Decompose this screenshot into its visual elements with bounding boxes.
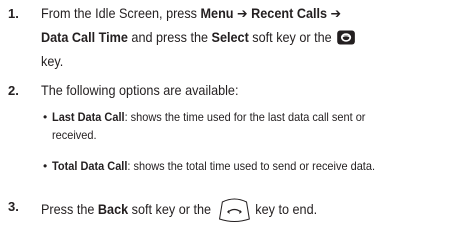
bullet-icon: • — [43, 110, 48, 124]
bullet-last-data-call-cont: received. — [52, 128, 97, 142]
bullet-icon: • — [43, 159, 48, 173]
step-number: 1. — [8, 6, 19, 21]
data-call-time-label: Data Call Time — [41, 30, 128, 45]
menu-label: Menu — [200, 6, 234, 21]
step-number: 3. — [8, 199, 19, 214]
end-key-icon — [216, 197, 251, 229]
step-2-line-1: The following options are available: — [41, 83, 239, 98]
back-label: Back — [97, 202, 129, 217]
option-name: Total Data Call — [52, 159, 128, 173]
step-3: 3. Press the Back soft key or the key to… — [0, 193, 468, 233]
recent-calls-label: Recent Calls — [251, 6, 328, 21]
step-number: 2. — [8, 83, 19, 98]
step-1: 1. From the Idle Screen, press Menu ➔ Re… — [0, 4, 468, 84]
bullet-last-data-call: Last Data Call: shows the time used for … — [52, 110, 366, 124]
select-label: Select — [211, 30, 249, 45]
arrow-icon: ➔ — [233, 6, 252, 21]
bullet-total-data-call: Total Data Call: shows the total time us… — [52, 159, 376, 173]
step-3-line-1: Press the Back soft key or the key to en… — [41, 197, 317, 229]
option-name: Last Data Call — [52, 110, 125, 124]
step-1-line-2: Data Call Time and press the Select soft… — [41, 28, 356, 51]
step-1-line-1: From the Idle Screen, press Menu ➔ Recen… — [41, 6, 342, 21]
instruction-document: 1. From the Idle Screen, press Menu ➔ Re… — [0, 0, 468, 242]
ok-key-icon — [337, 30, 356, 51]
step-1-line-3: key. — [41, 54, 64, 69]
step-2: 2. The following options are available: … — [0, 81, 468, 191]
arrow-icon: ➔ — [327, 6, 342, 21]
